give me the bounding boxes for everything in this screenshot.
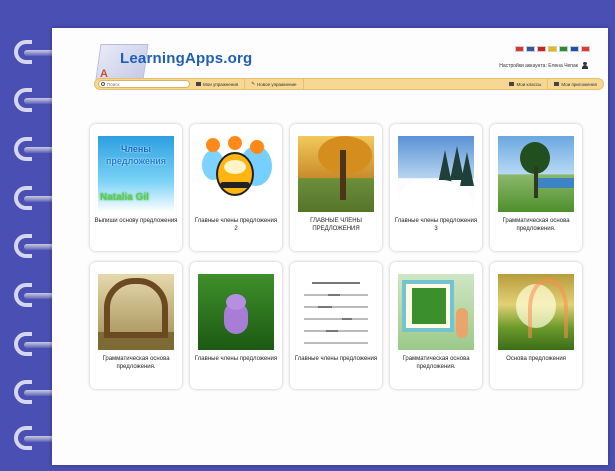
nav-my-classes[interactable]: Мои классы [503,79,549,89]
exercise-title: Главные члены предложения 2 [194,218,278,232]
user-icon [582,62,588,69]
exercise-thumbnail [298,274,374,350]
binder-background: A LearningApps.org Настройки аккаунта: Е… [0,0,615,471]
thumbnail-title: Члены [120,144,152,154]
exercise-thumbnail [498,136,574,212]
exercise-card[interactable]: Главные члены предложения [290,262,382,389]
account-settings-label: Настройки аккаунта: Елена Чепак [499,62,578,69]
search-icon [101,82,105,86]
exercise-card[interactable]: ГЛАВНЫЕ ЧЛЕНЫ ПРЕДЛОЖЕНИЯ [290,124,382,251]
exercise-thumbnail [98,274,174,350]
language-flag[interactable] [548,46,557,52]
language-flag[interactable] [570,46,579,52]
nav-my-apps[interactable]: Мои приложения [548,79,603,89]
search-input[interactable]: Поиск [98,80,190,88]
exercise-card[interactable]: Грамматическая основа предложения. [390,262,482,389]
account-settings-link[interactable]: Настройки аккаунта: Елена Чепак [499,62,588,69]
nav-my-classes-label: Мои классы [516,81,542,87]
exercise-card[interactable]: Основа предложения [490,262,582,389]
exercise-card[interactable]: Грамматическая основа предложения. [90,262,182,389]
exercise-thumbnail [398,136,474,212]
exercise-thumbnail [198,136,274,212]
language-flags [515,46,590,52]
main-navbar: Поиск Мои упражнения ✎ Новое упражнение … [94,78,604,90]
exercise-thumbnail: Члены предложения Natalia Gil [98,136,174,212]
exercise-title: Основа предложения [506,356,566,362]
exercise-title: Главные члены предложения [294,356,378,362]
exercise-title: Главные члены предложения [194,356,278,362]
nav-new-exercise[interactable]: ✎ Новое упражнение [245,79,304,89]
grid-icon [196,82,201,86]
site-header: A LearningApps.org Настройки аккаунта: Е… [94,40,604,100]
exercise-title: ГЛАВНЫЕ ЧЛЕНЫ ПРЕДЛОЖЕНИЯ [310,218,362,232]
language-flag[interactable] [537,46,546,52]
nav-my-apps-label: Мои приложения [561,81,597,87]
exercise-thumbnail [298,136,374,212]
apps-icon [554,82,560,86]
exercise-title: Грамматическая основа предложения. [402,356,470,370]
search-placeholder: Поиск [107,81,120,87]
nav-my-exercises[interactable]: Мои упражнения [190,79,246,89]
language-flag[interactable] [515,46,524,52]
exercise-title: Грамматическая основа предложения. [102,356,170,370]
thumbnail-author: Natalia Gil [100,192,149,203]
exercise-title: Главные члены предложения 3 [394,218,478,232]
language-flag[interactable] [581,46,590,52]
exercise-thumbnail [398,274,474,350]
exercise-thumbnail [198,274,274,350]
exercise-title: Выпиши основу предложения [94,218,178,224]
classes-icon [509,82,515,86]
exercise-title: Грамматическая основа предложения. [502,218,570,232]
pencil-icon: ✎ [251,81,255,86]
language-flag[interactable] [526,46,535,52]
logo-text: LearningApps.org [120,50,253,67]
browser-page: A LearningApps.org Настройки аккаунта: Е… [52,28,608,465]
thumbnail-subtitle: предложения [105,156,167,166]
exercise-thumbnail [498,274,574,350]
nav-new-exercise-label: Новое упражнение [256,81,297,87]
exercise-card[interactable]: Главные члены предложения [190,262,282,389]
exercise-card[interactable]: Главные члены предложения 2 [190,124,282,251]
exercise-card[interactable]: Члены предложения Natalia Gil Выпиши осн… [90,124,182,251]
language-flag[interactable] [559,46,568,52]
exercise-card[interactable]: Главные члены предложения 3 [390,124,482,251]
exercise-card[interactable]: Грамматическая основа предложения. [490,124,582,251]
nav-my-exercises-label: Мои упражнения [203,81,239,87]
